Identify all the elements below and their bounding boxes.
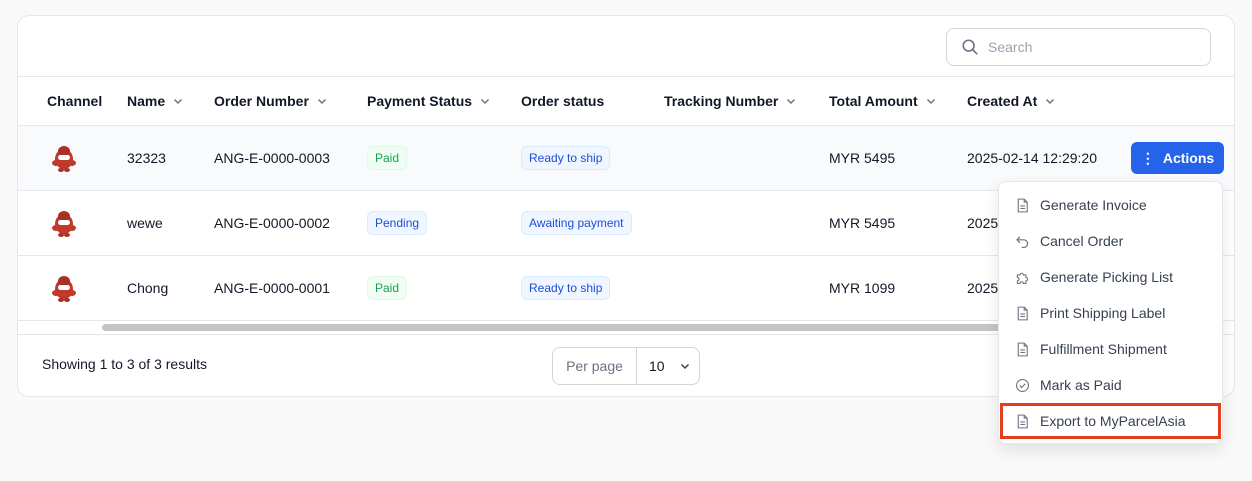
payment-cell: Paid [367, 256, 408, 320]
order-status-badge: Ready to ship [521, 146, 611, 170]
menu-item-label: Generate Invoice [1040, 197, 1147, 213]
col-order-number[interactable]: Order Number [214, 77, 328, 125]
table-header: Channel Name Order Number Payment Status… [18, 76, 1234, 126]
document-icon [1017, 342, 1028, 356]
channel-logo-icon [52, 146, 76, 172]
col-payment-status[interactable]: Payment Status [367, 77, 491, 125]
puzzle-icon [1016, 272, 1029, 284]
more-vertical-icon: ⋮ [1140, 149, 1155, 166]
order-status-cell: Awaiting payment [521, 191, 632, 255]
row-order-number: ANG-E-0000-0003 [214, 150, 330, 166]
channel-logo [49, 191, 79, 255]
payment-status-badge: Paid [367, 276, 408, 300]
row-created: 2025 [967, 280, 999, 296]
menu-item-label: Print Shipping Label [1040, 305, 1166, 321]
menu-item-cancel-order[interactable]: Cancel Order [999, 223, 1222, 259]
col-order-status: Order status [521, 93, 605, 109]
actions-dropdown-menu: Generate Invoice Cancel Order Generate P… [998, 181, 1223, 444]
row-name: 32323 [127, 150, 166, 166]
row-total: MYR 1099 [829, 280, 896, 296]
order-status-cell: Ready to ship [521, 256, 611, 320]
document-icon [1017, 198, 1028, 212]
col-channel: Channel [47, 93, 103, 109]
col-tracking-number[interactable]: Tracking Number [664, 77, 797, 125]
search-icon [962, 39, 978, 55]
chevron-down-icon [926, 98, 935, 105]
actions-button[interactable]: ⋮ Actions [1131, 142, 1224, 174]
pagination-summary: Showing 1 to 3 of 3 results [42, 356, 207, 372]
row-order-number: ANG-E-0000-0002 [214, 215, 330, 231]
search-input[interactable] [988, 39, 1188, 55]
chevron-down-icon [174, 98, 183, 105]
row-total: MYR 5495 [829, 215, 896, 231]
per-page-label: Per page [553, 348, 637, 384]
row-name: Chong [127, 280, 169, 296]
menu-item-label: Mark as Paid [1040, 377, 1122, 393]
menu-item-mark-as-paid[interactable]: Mark as Paid [999, 367, 1222, 403]
actions-button-label: Actions [1162, 150, 1215, 166]
channel-logo [49, 126, 79, 190]
menu-item-label: Generate Picking List [1040, 269, 1174, 285]
chevron-down-icon [481, 98, 490, 105]
chevron-down-icon [317, 98, 326, 105]
row-total: MYR 5495 [829, 150, 896, 166]
menu-item-export-to-myparcelasia[interactable]: Export to MyParcelAsia [1000, 403, 1221, 439]
row-name: wewe [127, 215, 163, 231]
document-icon [1017, 306, 1028, 320]
menu-item-generate-invoice[interactable]: Generate Invoice [999, 187, 1222, 223]
undo-arrow-icon [1016, 235, 1029, 248]
check-circle-icon [1015, 378, 1030, 392]
row-order-number: ANG-E-0000-0001 [214, 280, 330, 296]
menu-item-generate-picking-list[interactable]: Generate Picking List [999, 259, 1222, 295]
col-created-at[interactable]: Created At [967, 77, 1056, 125]
menu-item-fulfillment-shipment[interactable]: Fulfillment Shipment [999, 331, 1222, 367]
document-icon [1017, 414, 1028, 428]
col-name[interactable]: Name [127, 77, 184, 125]
order-status-badge: Ready to ship [521, 276, 611, 300]
payment-cell: Paid [367, 126, 408, 190]
menu-item-label: Fulfillment Shipment [1040, 341, 1167, 357]
menu-item-label: Cancel Order [1040, 233, 1124, 249]
order-status-badge: Awaiting payment [521, 211, 632, 235]
channel-logo-icon [52, 276, 76, 302]
scrollbar-thumb[interactable] [102, 324, 1102, 331]
payment-status-badge: Pending [367, 211, 428, 235]
payment-status-badge: Paid [367, 146, 408, 170]
col-total-amount[interactable]: Total Amount [829, 77, 937, 125]
payment-cell: Pending [367, 191, 428, 255]
row-created: 2025 [967, 215, 999, 231]
chevron-down-icon [680, 363, 689, 370]
channel-logo-icon [52, 211, 76, 237]
per-page-value: 10 [649, 358, 665, 374]
search-box[interactable] [946, 28, 1211, 66]
menu-item-print-shipping-label[interactable]: Print Shipping Label [999, 295, 1222, 331]
chevron-down-icon [1046, 98, 1055, 105]
per-page-select[interactable]: Per page 10 [552, 347, 700, 385]
order-status-cell: Ready to ship [521, 126, 611, 190]
per-page-value-box[interactable]: 10 [637, 348, 699, 384]
chevron-down-icon [787, 98, 796, 105]
channel-logo [49, 256, 79, 320]
menu-item-label: Export to MyParcelAsia [1040, 413, 1186, 429]
